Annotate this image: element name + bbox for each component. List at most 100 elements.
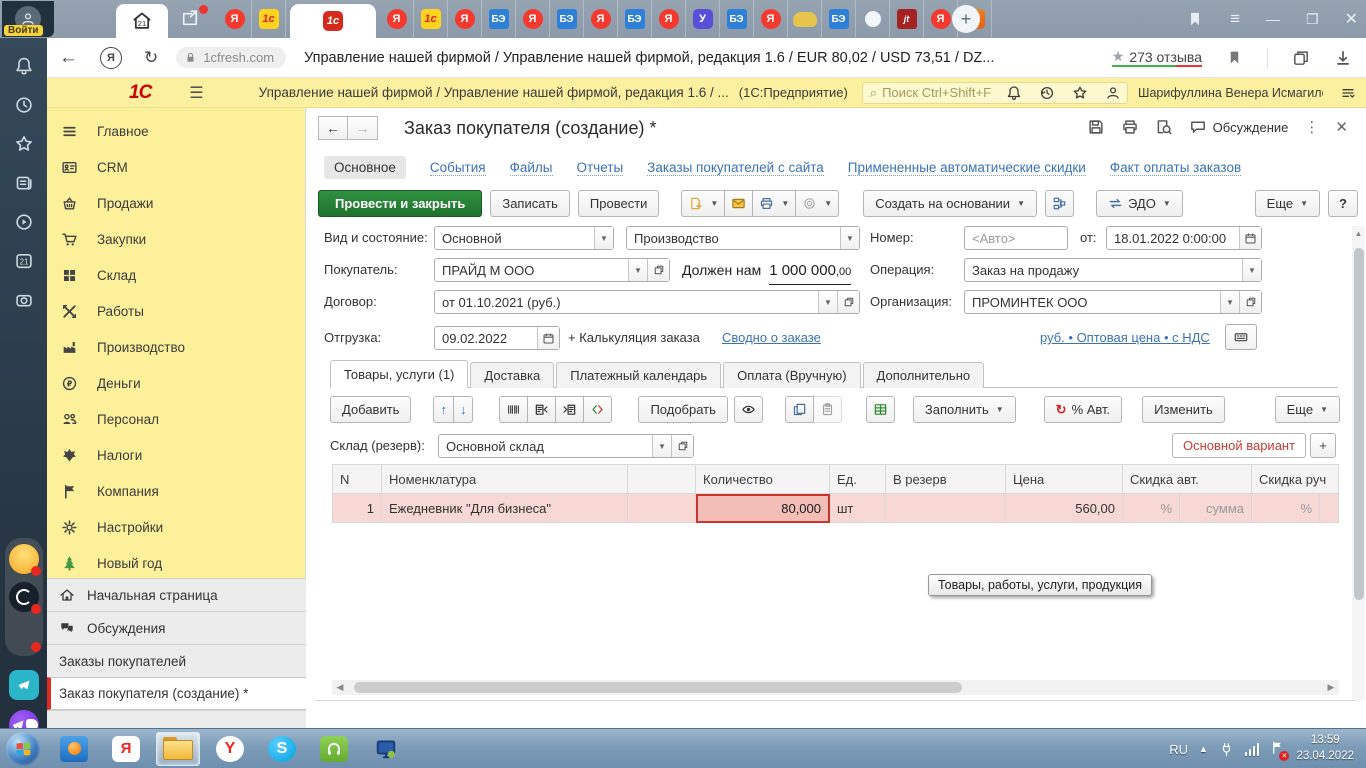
cell-nomenclature[interactable]: Ежедневник "Для бизнеса" bbox=[382, 494, 628, 523]
forward-button[interactable]: → bbox=[348, 116, 378, 140]
open-item-icon[interactable] bbox=[837, 291, 859, 313]
structure-button[interactable] bbox=[1045, 190, 1074, 217]
cell-empty[interactable] bbox=[628, 494, 696, 523]
col-reserve[interactable]: В резерв bbox=[886, 464, 1006, 494]
sidebar-item[interactable]: Продажи bbox=[47, 185, 305, 221]
chevron-down-icon[interactable]: ▼ bbox=[652, 435, 671, 457]
cell-discount-pct[interactable]: % bbox=[1123, 494, 1180, 523]
restore-button[interactable]: ❐ bbox=[1306, 11, 1319, 28]
form-nav-tab[interactable]: События bbox=[430, 160, 486, 176]
customer-select[interactable]: ПРАЙД М ООО▼ bbox=[434, 258, 670, 282]
power-icon[interactable] bbox=[1219, 742, 1234, 757]
col-price[interactable]: Цена bbox=[1006, 464, 1123, 494]
chevron-down-icon[interactable]: ▼ bbox=[1220, 291, 1239, 313]
home-tab[interactable] bbox=[116, 4, 168, 38]
create-based-on-button[interactable]: Создать на основании▼ bbox=[863, 190, 1037, 217]
sidebar-item[interactable]: Главное bbox=[47, 113, 305, 149]
price-type-button[interactable] bbox=[1225, 324, 1257, 350]
chevron-down-icon[interactable]: ▼ bbox=[628, 259, 647, 281]
open-item-icon[interactable] bbox=[1239, 291, 1261, 313]
view-button[interactable] bbox=[734, 396, 763, 423]
variant-button[interactable]: Основной вариант bbox=[1172, 433, 1306, 458]
download-icon[interactable] bbox=[1334, 49, 1352, 67]
page-title[interactable]: Управление нашей фирмой / Управление наш… bbox=[304, 50, 994, 66]
scroll-up-icon[interactable]: ▲ bbox=[1352, 226, 1365, 240]
col-unit[interactable]: Ед. bbox=[830, 464, 886, 494]
move-down-button[interactable]: ↓ bbox=[453, 396, 474, 423]
mail-icon[interactable] bbox=[9, 544, 39, 574]
sidebar-item[interactable]: Настройки bbox=[47, 509, 305, 545]
back-icon[interactable]: ← bbox=[59, 47, 78, 69]
sheet-tab[interactable]: Оплата (Вручную) bbox=[723, 362, 860, 388]
load-from-terminal-button[interactable] bbox=[527, 396, 556, 423]
shipment-date-field[interactable]: 09.02.2022 bbox=[434, 326, 560, 350]
sidebar-item[interactable]: Производство bbox=[47, 329, 305, 365]
close-form-icon[interactable]: ✕ bbox=[1335, 118, 1348, 136]
add-variant-button[interactable]: + bbox=[1310, 433, 1336, 458]
open-window-item[interactable]: Заказы покупателей bbox=[47, 644, 306, 677]
print-icon[interactable] bbox=[1121, 118, 1139, 136]
browser-tab[interactable]: jt bbox=[890, 0, 924, 38]
browser-tab[interactable]: Я bbox=[584, 0, 618, 38]
chevron-down-icon[interactable]: ▼ bbox=[1242, 259, 1261, 281]
send-email-button[interactable] bbox=[724, 190, 753, 217]
form-nav-tab[interactable]: Отчеты bbox=[577, 160, 624, 176]
table-hscrollbar[interactable]: ◀ ▶ bbox=[332, 680, 1339, 695]
more-button[interactable]: Еще▼ bbox=[1255, 190, 1320, 217]
cell-price[interactable]: 560,00 bbox=[1006, 494, 1123, 523]
browser-tab[interactable] bbox=[788, 0, 822, 38]
col-empty[interactable] bbox=[628, 464, 696, 494]
date-field[interactable]: 18.01.2022 0:00:00 bbox=[1106, 226, 1262, 250]
form-nav-tab[interactable]: Факт оплаты заказов bbox=[1110, 160, 1241, 176]
1c-logo[interactable]: 1С bbox=[129, 82, 151, 104]
address-field[interactable]: 1cfresh.com bbox=[176, 47, 286, 68]
network-icon[interactable] bbox=[1245, 743, 1260, 756]
reviews-badge[interactable]: ★ 273 отзыва bbox=[1112, 48, 1202, 67]
scroll-right-icon[interactable]: ▶ bbox=[1323, 680, 1339, 695]
barcode-button[interactable] bbox=[499, 396, 528, 423]
camera-icon[interactable] bbox=[12, 288, 36, 312]
fill-table-button[interactable] bbox=[866, 396, 895, 423]
preview-icon[interactable] bbox=[1155, 118, 1173, 136]
discussion-button[interactable]: Обсуждение bbox=[1189, 118, 1289, 136]
notifications-icon[interactable] bbox=[1006, 85, 1022, 101]
cell-discount-sum[interactable]: сумма bbox=[1180, 494, 1252, 523]
pick-items-button[interactable]: Подобрать bbox=[638, 396, 727, 423]
state-select[interactable]: Производство▼ bbox=[626, 226, 860, 250]
browser-tab[interactable]: Я bbox=[516, 0, 550, 38]
chevron-down-icon[interactable]: ▼ bbox=[818, 291, 837, 313]
calendar-icon[interactable] bbox=[1239, 227, 1261, 249]
feed-icon[interactable] bbox=[12, 171, 36, 195]
plusdock-icon[interactable] bbox=[9, 620, 39, 650]
tracker-icon[interactable] bbox=[9, 582, 39, 612]
tg-icon[interactable] bbox=[9, 670, 39, 700]
back-button[interactable]: ← bbox=[318, 116, 348, 140]
browser-tab[interactable]: У bbox=[686, 0, 720, 38]
browser-tab[interactable]: Я bbox=[652, 0, 686, 38]
favorites-icon[interactable] bbox=[1072, 85, 1088, 101]
col-quantity[interactable]: Количество bbox=[696, 464, 830, 494]
yandex-icon[interactable]: Я bbox=[100, 47, 122, 69]
cell-discount-manual-pct[interactable]: % bbox=[1252, 494, 1320, 523]
operation-select[interactable]: Заказ на продажу▼ bbox=[964, 258, 1262, 282]
sidebar-item[interactable]: Персонал bbox=[47, 401, 305, 437]
sidebar-item[interactable]: CRM bbox=[47, 149, 305, 185]
sidebar-item[interactable]: Деньги bbox=[47, 365, 305, 401]
open-item-icon[interactable] bbox=[671, 435, 693, 457]
contract-select[interactable]: от 01.10.2021 (руб.)▼ bbox=[434, 290, 860, 314]
calendar-icon[interactable] bbox=[537, 327, 559, 349]
start-button[interactable] bbox=[6, 732, 40, 766]
help-button[interactable]: ? bbox=[1328, 190, 1358, 217]
move-up-button[interactable]: ↑ bbox=[433, 396, 454, 423]
clock[interactable]: 13:59 23.04.2022 bbox=[1296, 733, 1354, 764]
sidebar-item[interactable]: Налоги bbox=[47, 437, 305, 473]
browser-tab[interactable]: Я bbox=[380, 0, 414, 38]
price-settings-link[interactable]: руб. • Оптовая цена • с НДС bbox=[1040, 326, 1210, 350]
browser-tab[interactable]: БЭ bbox=[550, 0, 584, 38]
edit-button[interactable]: Изменить bbox=[1142, 396, 1225, 423]
form-nav-tab[interactable]: Примененные автоматические скидки bbox=[848, 160, 1086, 176]
action-center-icon[interactable]: ✕ bbox=[1270, 740, 1285, 758]
sidebar-service-item[interactable]: Обсуждения bbox=[47, 611, 306, 644]
col-discount-manual[interactable]: Скидка руч bbox=[1252, 464, 1339, 494]
col-discount-auto[interactable]: Скидка авт. bbox=[1123, 464, 1252, 494]
